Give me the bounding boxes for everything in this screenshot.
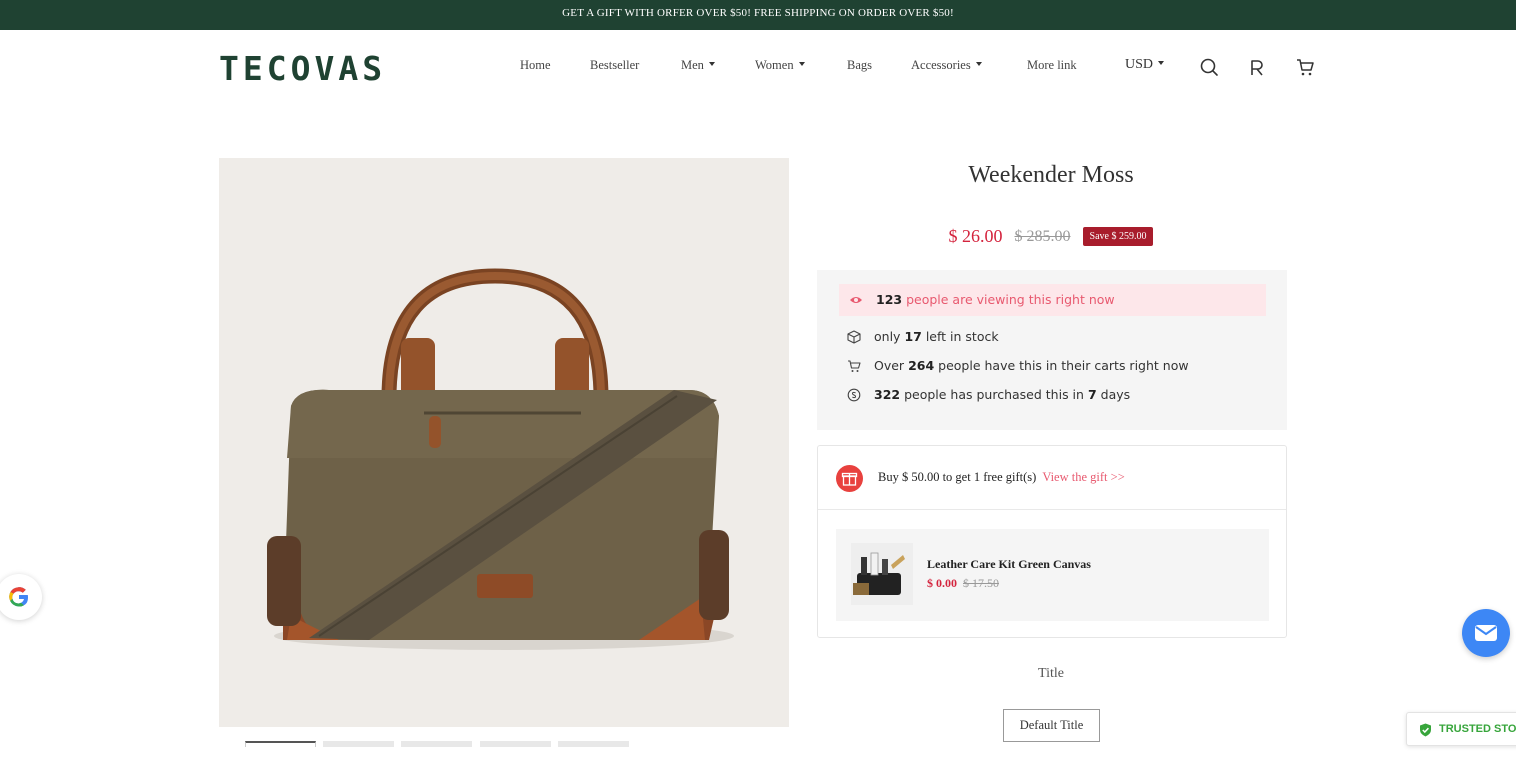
viewing-banner: 123 people are viewing this right now <box>839 284 1266 316</box>
mail-icon <box>1475 625 1497 641</box>
stock-line: only 17 left in stock <box>847 329 999 344</box>
nav-bestseller[interactable]: Bestseller <box>590 58 639 73</box>
trusted-store-label: TRUSTED STORE <box>1439 723 1516 735</box>
nav-more-link[interactable]: More link <box>1027 58 1077 73</box>
gift-promo-box: Buy $ 50.00 to get 1 free gift(s) View th… <box>817 445 1287 638</box>
gift-item-image <box>851 543 913 605</box>
purchased-count: 322 <box>874 387 901 402</box>
nav-home[interactable]: Home <box>520 58 551 73</box>
box-icon <box>847 330 861 344</box>
purchased-line: 322 people has purchased this in 7 days <box>847 387 1130 402</box>
announcement-bar: GET A GIFT WITH ORFER OVER $50! FREE SHI… <box>0 0 1516 30</box>
carts-count: 264 <box>908 358 935 373</box>
thumbnail-5[interactable] <box>558 741 629 747</box>
carts-post: people have this in their carts right no… <box>938 358 1189 373</box>
purchased-post: days <box>1100 387 1131 402</box>
trusted-store-badge[interactable]: TRUSTED STORE <box>1406 712 1516 746</box>
nav-women-label: Women <box>755 58 794 72</box>
chevron-down-icon <box>975 62 982 67</box>
nav-men[interactable]: Men <box>681 58 715 73</box>
nav-women[interactable]: Women <box>755 58 805 73</box>
thumbnail-3[interactable] <box>401 741 472 747</box>
purchased-mid: people has purchased this in <box>904 387 1084 402</box>
viewing-count: 123 <box>876 292 903 307</box>
product-title: Weekender Moss <box>968 162 1134 188</box>
account-icon[interactable] <box>1247 57 1267 77</box>
view-gift-link[interactable]: View the gift >> <box>1042 470 1124 484</box>
nav-accessories-label: Accessories <box>911 58 971 72</box>
gift-price-was: $ 17.50 <box>963 576 999 590</box>
stock-count: 17 <box>904 329 922 344</box>
product-main-image[interactable] <box>219 158 789 727</box>
viewing-text: people are viewing this right now <box>906 292 1115 307</box>
gift-item[interactable]: Leather Care Kit Green Canvas $ 0.00 $ 17… <box>836 529 1269 621</box>
nav-men-label: Men <box>681 58 704 72</box>
chevron-down-icon <box>1158 60 1165 65</box>
google-reviews-badge[interactable] <box>0 574 42 620</box>
cart-icon[interactable] <box>1295 57 1315 77</box>
thumbnail-4[interactable] <box>480 741 551 747</box>
nav-bags[interactable]: Bags <box>847 58 872 73</box>
carts-line: Over 264 people have this in their carts… <box>847 358 1189 373</box>
gift-price-now: $ 0.00 <box>927 576 957 590</box>
chevron-down-icon <box>798 62 805 67</box>
cart-outline-icon <box>848 360 861 372</box>
gift-text: Buy $ 50.00 to get 1 free gift(s) <box>878 470 1037 484</box>
compare-price: $ 285.00 <box>1014 227 1071 245</box>
option-default-title[interactable]: Default Title <box>1003 709 1100 742</box>
save-badge: Save $ 259.00 <box>1082 227 1154 246</box>
thumbnail-1[interactable] <box>245 741 316 747</box>
thumbnail-2[interactable] <box>323 741 394 747</box>
nav-accessories[interactable]: Accessories <box>911 58 982 73</box>
chevron-down-icon <box>708 62 715 67</box>
shield-check-icon <box>1420 723 1431 737</box>
price-row: $ 26.00 $ 285.00 Save $ 259.00 <box>817 226 1285 247</box>
product-stats-panel: 123 people are viewing this right now on… <box>817 270 1287 430</box>
currency-label: USD <box>1125 57 1154 72</box>
gift-item-name[interactable]: Leather Care Kit Green Canvas <box>927 557 1091 572</box>
stock-pre: only <box>874 329 901 344</box>
weekender-bag-image <box>267 268 734 650</box>
gift-item-price: $ 0.00 $ 17.50 <box>927 576 999 591</box>
gift-message: Buy $ 50.00 to get 1 free gift(s) View th… <box>878 470 1125 485</box>
dollar-coin-icon <box>847 388 861 402</box>
currency-selector[interactable]: USD <box>1125 57 1165 73</box>
gift-header: Buy $ 50.00 to get 1 free gift(s) View th… <box>818 446 1286 510</box>
gift-icon <box>836 465 863 492</box>
option-label: Title <box>1038 666 1064 681</box>
main-nav: Home Bestseller Men Women Bags Accessori… <box>0 58 1516 78</box>
search-icon[interactable] <box>1199 57 1219 77</box>
purchased-days: 7 <box>1087 387 1097 402</box>
sale-price: $ 26.00 <box>948 226 1003 246</box>
contact-mail-button[interactable] <box>1462 609 1510 657</box>
stock-post: left in stock <box>925 329 999 344</box>
google-icon <box>9 587 28 607</box>
carts-pre: Over <box>874 358 905 373</box>
viewing-line: 123 people are viewing this right now <box>849 292 1115 307</box>
eye-icon <box>850 297 862 303</box>
